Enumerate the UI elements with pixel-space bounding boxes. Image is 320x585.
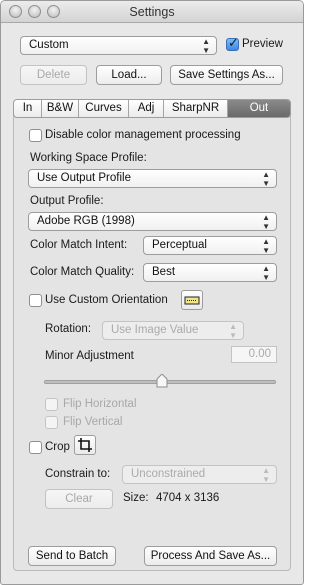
flip-horizontal-checkbox[interactable] — [45, 398, 58, 411]
minor-adjustment-label: Minor Adjustment — [45, 350, 134, 362]
popup-arrows-icon: ▲ ▼ — [262, 264, 270, 282]
size-label: Size: — [123, 492, 149, 504]
preset-select[interactable]: Custom ▲ ▼ — [20, 36, 217, 55]
color-match-quality-value: Best — [152, 266, 176, 278]
load-button[interactable]: Load... — [96, 65, 162, 85]
working-space-label: Working Space Profile: — [30, 152, 147, 164]
tab-out[interactable]: Out — [228, 100, 290, 117]
title-bar: Settings — [1, 1, 303, 23]
rotation-select[interactable]: Use Image Value ▲ ▼ — [102, 321, 244, 340]
rotation-value: Use Image Value — [111, 324, 199, 336]
color-match-intent-value: Perceptual — [152, 239, 207, 251]
tab-bw[interactable]: B&W — [42, 100, 79, 117]
flip-horizontal-label: Flip Horizontal — [63, 398, 137, 410]
popup-arrows-icon: ▲ ▼ — [262, 466, 270, 484]
crop-icon — [78, 438, 92, 452]
output-profile-value: Adobe RGB (1998) — [37, 215, 135, 227]
color-match-intent-select[interactable]: Perceptual ▲ ▼ — [143, 236, 277, 255]
save-settings-button[interactable]: Save Settings As... — [170, 65, 283, 85]
crop-tool-button[interactable] — [74, 435, 96, 455]
tab-bar: In B&W Curves Adj SharpNR Out — [13, 99, 291, 118]
checkmark-icon: ✓ — [228, 35, 239, 50]
minor-adjustment-slider-thumb[interactable] — [155, 374, 169, 388]
send-to-batch-button[interactable]: Send to Batch — [28, 546, 116, 566]
popup-arrows-icon: ▲ ▼ — [262, 237, 270, 255]
color-match-intent-label: Color Match Intent: — [30, 239, 128, 251]
settings-window: Settings Custom ▲ ▼ ✓ Preview Delete Load… — [0, 0, 304, 585]
delete-button[interactable]: Delete — [20, 65, 87, 85]
tab-curves[interactable]: Curves — [79, 100, 129, 117]
popup-arrows-icon: ▲ ▼ — [262, 170, 270, 188]
constrain-select[interactable]: Unconstrained ▲ ▼ — [122, 465, 277, 484]
output-profile-select[interactable]: Adobe RGB (1998) ▲ ▼ — [28, 212, 277, 231]
disable-color-management-checkbox[interactable] — [29, 129, 42, 142]
preview-checkbox[interactable]: ✓ — [226, 35, 239, 51]
process-and-save-button[interactable]: Process And Save As... — [144, 546, 277, 566]
minor-adjustment-field[interactable]: 0.00 — [231, 346, 277, 363]
tab-in[interactable]: In — [14, 100, 42, 117]
crop-checkbox[interactable] — [29, 441, 42, 454]
popup-arrows-icon: ▲ ▼ — [202, 37, 210, 55]
preset-value: Custom — [29, 39, 69, 51]
custom-orientation-checkbox[interactable] — [29, 294, 42, 307]
popup-arrows-icon: ▲ ▼ — [229, 322, 237, 340]
color-match-quality-label: Color Match Quality: — [30, 266, 135, 278]
flip-vertical-checkbox[interactable] — [45, 416, 58, 429]
orientation-icon — [184, 296, 200, 305]
preview-label: Preview — [242, 38, 283, 50]
custom-orientation-label: Use Custom Orientation — [45, 294, 168, 306]
color-match-quality-select[interactable]: Best ▲ ▼ — [143, 263, 277, 282]
orientation-button[interactable] — [181, 290, 203, 310]
window-title: Settings — [129, 5, 175, 19]
clear-crop-button[interactable]: Clear — [45, 489, 113, 509]
output-profile-label: Output Profile: — [30, 195, 104, 207]
constrain-value: Unconstrained — [131, 468, 206, 480]
constrain-label: Constrain to: — [45, 468, 111, 480]
working-space-value: Use Output Profile — [37, 172, 131, 184]
disable-color-management-label: Disable color management processing — [45, 129, 241, 141]
tab-sharpnr[interactable]: SharpNR — [164, 100, 228, 117]
flip-vertical-label: Flip Vertical — [63, 416, 123, 428]
tab-adj[interactable]: Adj — [129, 100, 164, 117]
popup-arrows-icon: ▲ ▼ — [262, 213, 270, 231]
crop-label: Crop — [45, 441, 70, 453]
size-value: 4704 x 3136 — [156, 492, 220, 504]
rotation-label: Rotation: — [45, 323, 92, 335]
working-space-select[interactable]: Use Output Profile ▲ ▼ — [28, 169, 277, 188]
